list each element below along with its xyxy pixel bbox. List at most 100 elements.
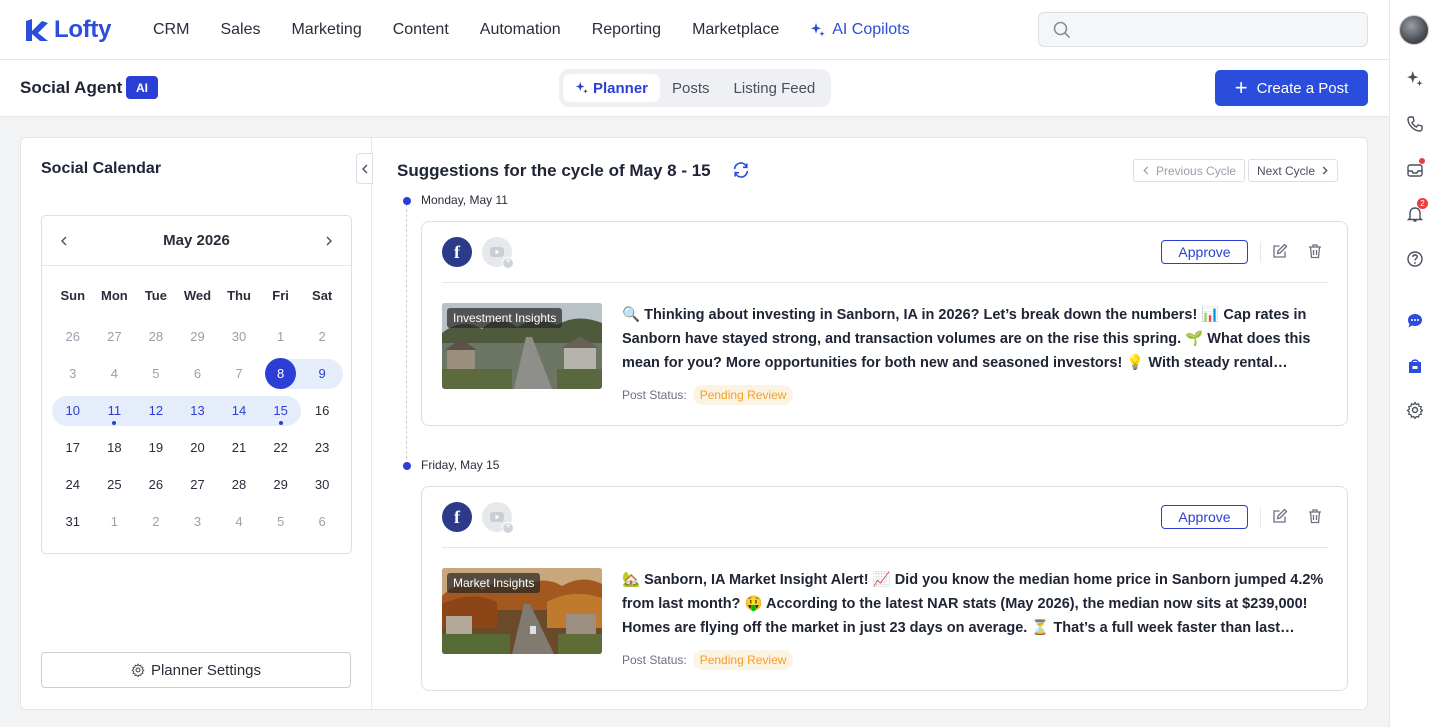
calendar-day-number: 5 xyxy=(276,514,285,529)
edit-icon[interactable] xyxy=(1272,508,1288,529)
view-tabs: Planner Posts Listing Feed xyxy=(559,69,832,107)
gear-icon[interactable] xyxy=(1402,397,1428,423)
post-date: Friday, May 15 xyxy=(421,458,500,472)
planner-settings-label: Planner Settings xyxy=(150,661,262,679)
calendar-day[interactable]: 6 xyxy=(301,507,343,537)
calendar-week-row: 10 11 12 13 14 15 16 xyxy=(52,392,343,429)
calendar-day[interactable]: 25 xyxy=(94,470,136,500)
calendar-day-number: 20 xyxy=(190,440,205,455)
calendar-day[interactable]: 2 xyxy=(135,507,177,537)
calendar-day[interactable]: 20 xyxy=(177,433,219,463)
calendar-day[interactable]: 29 xyxy=(260,470,302,500)
logo[interactable]: Lofty xyxy=(24,16,134,44)
calendar-day[interactable]: 1 xyxy=(94,507,136,537)
timeline-line xyxy=(406,204,407,459)
trash-icon[interactable] xyxy=(1307,243,1323,264)
calendar-day[interactable]: 4 xyxy=(94,359,136,389)
calendar-day[interactable]: 2 xyxy=(301,322,343,352)
calendar-day[interactable]: 19 xyxy=(135,433,177,463)
calendar-day[interactable]: 31 xyxy=(52,507,94,537)
user-avatar[interactable] xyxy=(1399,15,1429,45)
nav-item-marketing[interactable]: Marketing xyxy=(291,21,361,39)
calendar-day[interactable]: 28 xyxy=(135,322,177,352)
calendar-day-number: 25 xyxy=(107,477,122,492)
ai-sparkle-icon[interactable] xyxy=(1402,66,1428,92)
trash-icon[interactable] xyxy=(1307,508,1323,529)
calendar-day[interactable]: 12 xyxy=(135,395,177,426)
calendar-day-number: 15 xyxy=(273,403,288,418)
previous-cycle-button[interactable]: Previous Cycle xyxy=(1133,159,1246,182)
calendar-day[interactable]: 3 xyxy=(52,359,94,389)
main-card: Social Calendar May 2026 Sun Mon Tue Wed Thu… xyxy=(20,137,1368,710)
inbox-icon[interactable] xyxy=(1402,157,1428,183)
calendar-day[interactable]: 24 xyxy=(52,470,94,500)
calendar-day[interactable]: 7 xyxy=(218,359,260,389)
calendar-day[interactable]: 30 xyxy=(218,322,260,352)
refresh-icon[interactable] xyxy=(731,160,751,185)
nav-item-ai-copilots[interactable]: AI Copilots xyxy=(810,21,910,39)
calendar-week-row: 17 18 19 20 21 22 23 xyxy=(52,429,343,466)
nav-item-sales[interactable]: Sales xyxy=(220,21,260,39)
calendar-day[interactable]: 10 xyxy=(52,395,94,426)
search-input[interactable] xyxy=(1079,21,1359,38)
calendar-day[interactable]: 3 xyxy=(177,507,219,537)
nav-item-crm[interactable]: CRM xyxy=(153,21,189,39)
nav-item-automation[interactable]: Automation xyxy=(480,21,561,39)
calendar-day[interactable]: 5 xyxy=(135,359,177,389)
calendar-day[interactable]: 16 xyxy=(301,396,343,426)
calendar-day[interactable]: 22 xyxy=(260,433,302,463)
create-post-label: Create a Post xyxy=(1256,79,1349,97)
calendar-day[interactable]: 23 xyxy=(301,433,343,463)
store-icon[interactable] xyxy=(1402,353,1428,379)
nav-item-content[interactable]: Content xyxy=(393,21,449,39)
youtube-add-icon[interactable]: + xyxy=(482,237,514,269)
next-month-button[interactable] xyxy=(321,233,337,249)
calendar-day[interactable]: 15 xyxy=(259,395,302,426)
edit-icon[interactable] xyxy=(1272,243,1288,264)
calendar-day[interactable]: 9 xyxy=(301,358,343,389)
post-thumbnail[interactable]: Market Insights xyxy=(442,568,602,654)
bell-icon[interactable]: 2 xyxy=(1402,198,1428,227)
next-cycle-button[interactable]: Next Cycle xyxy=(1248,159,1339,182)
approve-button[interactable]: Approve xyxy=(1161,505,1248,529)
calendar-day[interactable]: 18 xyxy=(94,433,136,463)
calendar-day[interactable]: 17 xyxy=(52,433,94,463)
global-search[interactable] xyxy=(1038,12,1368,47)
youtube-add-icon[interactable]: + xyxy=(482,502,514,534)
calendar-day[interactable]: 5 xyxy=(260,507,302,537)
chevron-left-icon xyxy=(61,236,67,245)
help-icon[interactable] xyxy=(1402,246,1428,272)
calendar-day[interactable]: 27 xyxy=(177,470,219,500)
calendar-day[interactable]: 29 xyxy=(177,322,219,352)
calendar-day[interactable]: 30 xyxy=(301,470,343,500)
calendar-day[interactable]: 1 xyxy=(260,322,302,352)
calendar-day[interactable]: 14 xyxy=(218,395,260,426)
weekday-header: Sun Mon Tue Wed Thu Fri Sat xyxy=(52,280,343,310)
approve-button[interactable]: Approve xyxy=(1161,240,1248,264)
calendar-day[interactable]: 21 xyxy=(218,433,260,463)
create-post-button[interactable]: + Create a Post xyxy=(1215,70,1368,106)
calendar-day[interactable]: 28 xyxy=(218,470,260,500)
planner-settings-button[interactable]: Planner Settings xyxy=(41,652,351,688)
chat-icon[interactable] xyxy=(1402,308,1428,334)
calendar-day[interactable]: 26 xyxy=(135,470,177,500)
nav-item-marketplace[interactable]: Marketplace xyxy=(692,21,779,39)
calendar-day[interactable]: 11 xyxy=(93,395,136,426)
calendar-day[interactable]: 8 xyxy=(259,358,302,389)
calendar-day[interactable]: 6 xyxy=(177,359,219,389)
phone-icon[interactable] xyxy=(1402,111,1428,137)
tab-planner[interactable]: Planner xyxy=(563,74,661,102)
tab-listing-feed[interactable]: Listing Feed xyxy=(722,74,828,102)
facebook-icon[interactable]: f xyxy=(442,502,472,532)
plus-icon: + xyxy=(1234,75,1248,100)
prev-month-button[interactable] xyxy=(56,233,72,249)
nav-item-reporting[interactable]: Reporting xyxy=(592,21,661,39)
collapse-panel-button[interactable] xyxy=(356,153,373,184)
tab-posts[interactable]: Posts xyxy=(660,74,722,102)
calendar-day[interactable]: 4 xyxy=(218,507,260,537)
post-thumbnail[interactable]: Investment Insights xyxy=(442,303,602,389)
calendar-day[interactable]: 13 xyxy=(176,395,219,426)
calendar-day[interactable]: 26 xyxy=(52,322,94,352)
facebook-icon[interactable]: f xyxy=(442,237,472,267)
calendar-day[interactable]: 27 xyxy=(94,322,136,352)
